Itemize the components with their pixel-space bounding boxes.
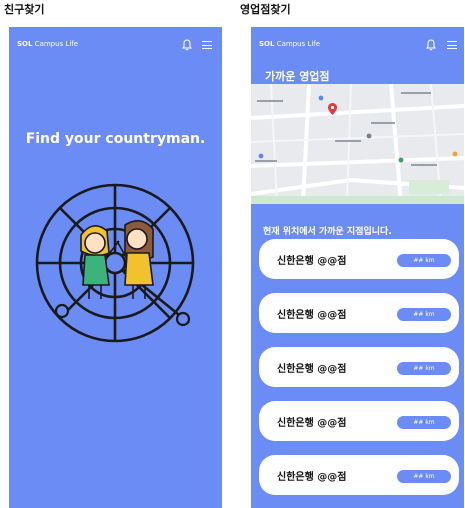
distance-badge: ## km [397, 416, 451, 429]
branch-name: 신한은행 @@점 [277, 472, 347, 483]
map-pin-icon[interactable] [328, 103, 337, 115]
distance-badge: ## km [397, 254, 451, 267]
top-bar: SOL Campus Life [9, 27, 222, 67]
top-bar: SOL Campus Life [251, 27, 464, 67]
branch-map[interactable] [251, 83, 464, 205]
distance-badge: ## km [397, 470, 451, 483]
distance-badge: ## km [397, 308, 451, 321]
headline: Find your countryman. [25, 131, 206, 147]
friends-screen-caption: 친구찾기 [4, 3, 45, 16]
hamburger-menu-icon[interactable] [447, 40, 457, 50]
branch-name: 신한은행 @@점 [277, 310, 347, 321]
branch-card[interactable]: 신한은행 @@점 ## km [259, 347, 459, 387]
branch-card[interactable]: 신한은행 @@점 ## km [259, 293, 459, 333]
branch-name: 신한은행 @@점 [277, 364, 347, 375]
app-logo: SOL Campus Life [17, 40, 79, 48]
branch-card[interactable]: 신한은행 @@점 ## km [259, 455, 459, 495]
branch-card[interactable]: 신한은행 @@점 ## km [259, 401, 459, 441]
branch-screen-caption: 영업점찾기 [240, 3, 291, 16]
radar-friends-illustration [35, 183, 195, 343]
friends-screen: SOL Campus Life Find your countryman. [9, 27, 222, 508]
hamburger-menu-icon[interactable] [202, 40, 212, 50]
bell-icon[interactable] [182, 39, 192, 51]
branch-name: 신한은행 @@점 [277, 256, 347, 267]
branch-card[interactable]: 신한은행 @@점 ## km [259, 239, 459, 279]
distance-badge: ## km [397, 362, 451, 375]
branch-screen: SOL Campus Life 가까운 영업점 현재 위치에서 가까운 지점입니… [251, 27, 464, 508]
section-title: 가까운 영업점 [265, 70, 330, 83]
app-logo: SOL Campus Life [259, 40, 321, 48]
bell-icon[interactable] [426, 39, 436, 51]
nearby-notice: 현재 위치에서 가까운 지점입니다. [263, 227, 392, 237]
branch-name: 신한은행 @@점 [277, 418, 347, 429]
